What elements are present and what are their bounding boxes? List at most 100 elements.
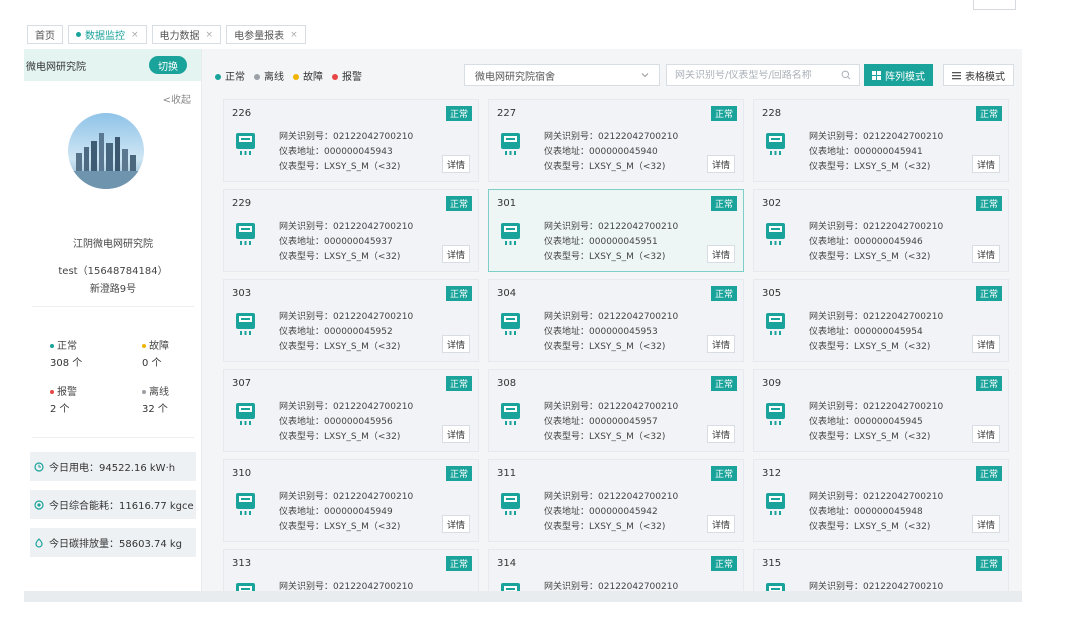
field-value: 000000045940 [589, 147, 658, 157]
meter-icon [766, 133, 785, 155]
field-value: LXSY_S_M（<32) [854, 162, 931, 172]
meter-card[interactable]: 312 正常 网关识别号：02122042700210 仪表地址：0000000459… [753, 459, 1009, 542]
stat-offline: 离线 32 个 [142, 383, 169, 415]
meter-address-line: 仪表地址：000000045949 [279, 504, 393, 517]
detail-button[interactable]: 详情 [442, 335, 470, 353]
stat-normal: 正常 308 个 [50, 337, 82, 369]
meter-card[interactable]: 301 正常 网关识别号：02122042700210 仪表地址：0000000459… [488, 189, 744, 272]
meter-card[interactable]: 309 正常 网关识别号：02122042700210 仪表地址：0000000459… [753, 369, 1009, 452]
horizontal-scrollbar[interactable] [24, 591, 1022, 602]
detail-button[interactable]: 详情 [442, 155, 470, 173]
meter-card[interactable]: 307 正常 网关识别号：02122042700210 仪表地址：0000000459… [223, 369, 479, 452]
field-value: LXSY_S_M（<32) [854, 432, 931, 442]
grid-mode-button[interactable]: 阵列模式 [864, 64, 933, 86]
tab-0[interactable]: 首页 [27, 25, 63, 44]
meter-card[interactable]: 302 正常 网关识别号：02122042700210 仪表地址：0000000459… [753, 189, 1009, 272]
field-value: 02122042700210 [863, 492, 944, 502]
field-label: 网关识别号： [809, 132, 864, 142]
field-label: 网关识别号： [279, 132, 334, 142]
status-badge: 正常 [975, 466, 1002, 481]
close-icon[interactable]: × [206, 30, 214, 40]
search-input[interactable] [675, 69, 841, 81]
meter-icon [236, 133, 255, 155]
table-mode-button[interactable]: 表格模式 [943, 64, 1014, 86]
detail-button[interactable]: 详情 [972, 245, 1000, 263]
gateway-id-line: 网关识别号：02122042700210 [544, 399, 678, 412]
close-icon[interactable]: × [290, 30, 298, 40]
field-value: 02122042700210 [863, 312, 944, 322]
site-select[interactable]: 微电网研究院宿舍 [464, 64, 660, 86]
collapse-sidebar-link[interactable]: <收起 [163, 91, 191, 106]
room-number: 314 [497, 558, 517, 569]
gateway-id-line: 网关识别号：02122042700210 [809, 399, 943, 412]
detail-button[interactable]: 详情 [442, 425, 470, 443]
gateway-id-line: 网关识别号：02122042700210 [279, 129, 413, 142]
detail-button[interactable]: 详情 [707, 245, 735, 263]
detail-button[interactable]: 详情 [972, 425, 1000, 443]
meter-address-line: 仪表地址：000000045945 [809, 414, 923, 427]
switch-org-button[interactable]: 切换 [149, 56, 187, 74]
org-avatar [68, 113, 144, 189]
room-number: 226 [232, 108, 252, 119]
detail-button[interactable]: 详情 [972, 335, 1000, 353]
stat-label: 报警 [57, 387, 77, 398]
close-icon[interactable]: × [131, 30, 139, 40]
status-badge: 正常 [710, 196, 737, 211]
meter-address-line: 仪表地址：000000045956 [279, 414, 393, 427]
meter-card[interactable]: 226 正常 网关识别号：02122042700210 仪表地址：0000000459… [223, 99, 479, 182]
meter-icon [236, 223, 255, 245]
status-badge: 正常 [445, 466, 472, 481]
detail-button[interactable]: 详情 [707, 335, 735, 353]
detail-button[interactable]: 详情 [972, 155, 1000, 173]
field-value: 02122042700210 [863, 402, 944, 412]
field-label: 网关识别号： [279, 582, 334, 591]
meter-card[interactable]: 229 正常 网关识别号：02122042700210 仪表地址：0000000459… [223, 189, 479, 272]
field-label: 仪表型号： [544, 252, 590, 262]
detail-button[interactable]: 详情 [707, 515, 735, 533]
meter-address-line: 仪表地址：000000045940 [544, 144, 658, 157]
detail-button[interactable]: 详情 [707, 155, 735, 173]
field-value: 02122042700210 [598, 492, 679, 502]
meter-card[interactable]: 310 正常 网关识别号：02122042700210 仪表地址：0000000459… [223, 459, 479, 542]
field-label: 仪表型号： [544, 432, 590, 442]
tab-3[interactable]: 电参量报表 × [226, 25, 306, 44]
meter-card[interactable]: 315 正常 网关识别号：02122042700210 [753, 549, 1009, 591]
meter-card[interactable]: 311 正常 网关识别号：02122042700210 仪表地址：0000000459… [488, 459, 744, 542]
tab-bar: 首页 数据监控 × 电力数据 × 电参量报表 × [24, 20, 1022, 49]
meter-model-line: 仪表型号：LXSY_S_M（<32) [544, 339, 665, 352]
tab-1[interactable]: 数据监控 × [68, 25, 147, 44]
meter-card[interactable]: 304 正常 网关识别号：02122042700210 仪表地址：0000000459… [488, 279, 744, 362]
metric-energy-today: 今日综合能耗：11616.77 kgce [30, 490, 196, 519]
room-number: 310 [232, 468, 252, 479]
search-icon[interactable] [841, 70, 851, 80]
legend-dot-icon [254, 74, 260, 80]
meter-address-line: 仪表地址：000000045953 [544, 324, 658, 337]
field-value: 02122042700210 [598, 582, 679, 591]
meter-icon [501, 133, 520, 155]
field-value: 02122042700210 [333, 312, 414, 322]
meter-icon [766, 403, 785, 425]
meter-card[interactable]: 303 正常 网关识别号：02122042700210 仪表地址：0000000459… [223, 279, 479, 362]
room-number: 311 [497, 468, 517, 479]
status-badge: 正常 [710, 556, 737, 571]
field-value: 000000045956 [324, 417, 393, 427]
stat-label: 故障 [149, 341, 169, 352]
detail-button[interactable]: 详情 [707, 425, 735, 443]
field-label: 网关识别号： [809, 492, 864, 502]
status-badge: 正常 [975, 556, 1002, 571]
status-dot-icon [50, 390, 54, 394]
detail-button[interactable]: 详情 [972, 515, 1000, 533]
tab-2[interactable]: 电力数据 × [151, 25, 222, 44]
field-value: 02122042700210 [333, 402, 414, 412]
field-label: 仪表型号： [279, 162, 325, 172]
meter-card[interactable]: 308 正常 网关识别号：02122042700210 仪表地址：0000000459… [488, 369, 744, 452]
meter-card[interactable]: 314 正常 网关识别号：02122042700210 [488, 549, 744, 591]
gateway-id-line: 网关识别号：02122042700210 [809, 219, 943, 232]
meter-card[interactable]: 313 正常 网关识别号：02122042700210 [223, 549, 479, 591]
meter-card[interactable]: 228 正常 网关识别号：02122042700210 仪表地址：0000000459… [753, 99, 1009, 182]
meter-card[interactable]: 305 正常 网关识别号：02122042700210 仪表地址：0000000459… [753, 279, 1009, 362]
detail-button[interactable]: 详情 [442, 245, 470, 263]
meter-card[interactable]: 227 正常 网关识别号：02122042700210 仪表地址：0000000459… [488, 99, 744, 182]
energy-icon [34, 499, 44, 510]
detail-button[interactable]: 详情 [442, 515, 470, 533]
